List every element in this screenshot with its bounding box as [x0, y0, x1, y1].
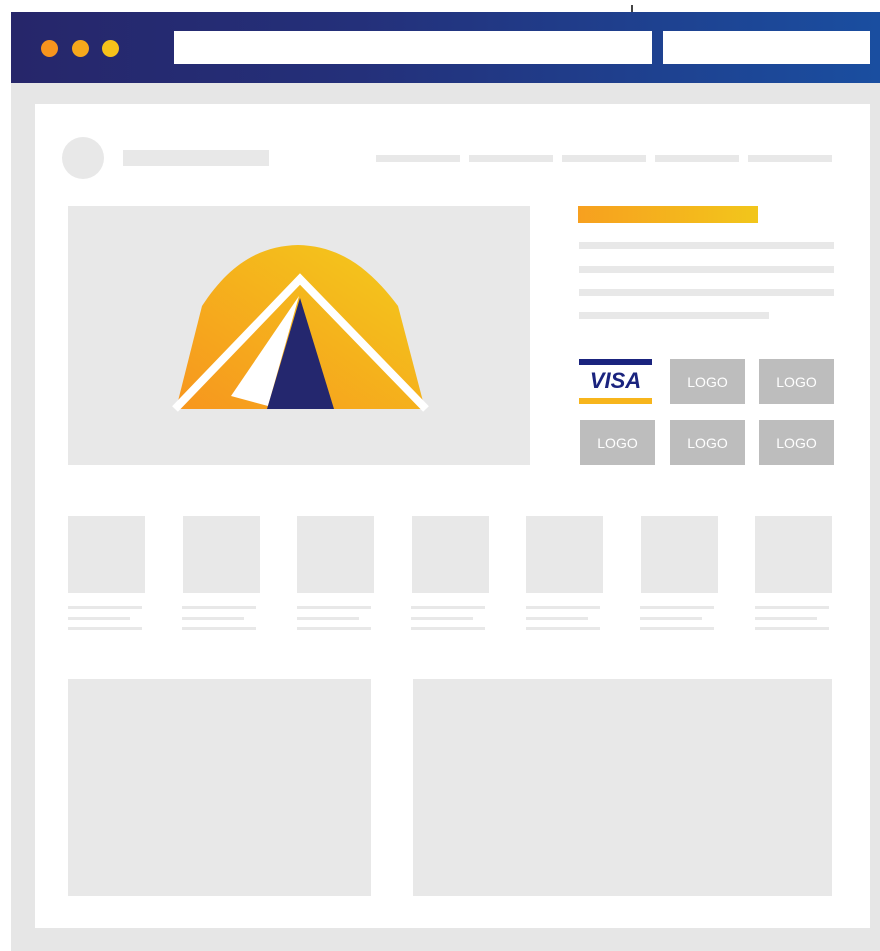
thumbnail-caption-line: [411, 606, 485, 609]
thumbnail-caption-line: [182, 617, 244, 620]
maximize-dot[interactable]: [102, 40, 119, 57]
site-logo-placeholder[interactable]: [62, 137, 104, 179]
thumbnail-caption-line: [68, 617, 130, 620]
description-line: [579, 266, 834, 273]
product-title-bar: [578, 206, 758, 223]
thumbnail-caption-line: [640, 627, 714, 630]
nav-item-5[interactable]: [748, 155, 832, 162]
nav-item-3[interactable]: [562, 155, 646, 162]
partner-logo: LOGO: [759, 420, 834, 465]
nav-item-1[interactable]: [376, 155, 460, 162]
content-panel-right: [413, 679, 832, 896]
minimize-dot[interactable]: [72, 40, 89, 57]
thumbnail-caption-line: [755, 627, 829, 630]
thumbnail-caption-line: [68, 606, 142, 609]
address-bar[interactable]: [174, 31, 652, 64]
thumbnail-caption-line: [755, 617, 817, 620]
product-thumbnail[interactable]: [297, 516, 374, 593]
product-thumbnail[interactable]: [412, 516, 489, 593]
partner-logo: LOGO: [580, 420, 655, 465]
thumbnail-caption-line: [411, 627, 485, 630]
site-title-placeholder: [123, 150, 269, 166]
thumbnail-caption-line: [640, 617, 702, 620]
partner-logo: LOGO: [759, 359, 834, 404]
search-input[interactable]: [663, 31, 870, 64]
product-thumbnail[interactable]: [526, 516, 603, 593]
thumbnail-caption-line: [526, 617, 588, 620]
visa-logo: VISA: [579, 359, 652, 404]
product-thumbnail[interactable]: [641, 516, 718, 593]
nav-item-4[interactable]: [655, 155, 739, 162]
close-dot[interactable]: [41, 40, 58, 57]
description-line: [579, 289, 834, 296]
thumbnail-caption-line: [297, 627, 371, 630]
thumbnail-caption-line: [411, 617, 473, 620]
thumbnail-caption-line: [68, 627, 142, 630]
thumbnail-caption-line: [297, 617, 359, 620]
thumbnail-caption-line: [755, 606, 829, 609]
description-line: [579, 242, 834, 249]
nav-item-2[interactable]: [469, 155, 553, 162]
tent-icon: [172, 245, 429, 412]
product-thumbnail[interactable]: [68, 516, 145, 593]
thumbnail-caption-line: [182, 627, 256, 630]
hero-image: [68, 206, 530, 465]
partner-logo: LOGO: [670, 420, 745, 465]
thumbnail-caption-line: [526, 627, 600, 630]
thumbnail-caption-line: [526, 606, 600, 609]
thumbnail-caption-line: [640, 606, 714, 609]
partner-logo: LOGO: [670, 359, 745, 404]
thumbnail-caption-line: [297, 606, 371, 609]
thumbnail-caption-line: [182, 606, 256, 609]
product-thumbnail[interactable]: [183, 516, 260, 593]
description-line: [579, 312, 769, 319]
product-thumbnail[interactable]: [755, 516, 832, 593]
content-panel-left: [68, 679, 371, 896]
